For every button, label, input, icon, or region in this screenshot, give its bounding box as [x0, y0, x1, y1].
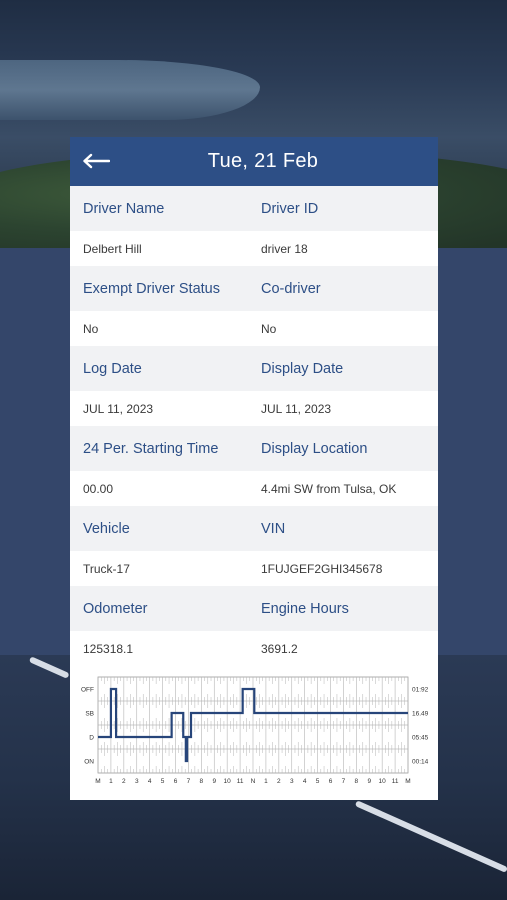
- value-display-date: JUL 11, 2023: [261, 401, 332, 416]
- label-engine-hours: Engine Hours: [261, 600, 349, 617]
- field-value-row: No No: [70, 311, 438, 346]
- hour-label: M: [95, 778, 100, 785]
- status-total-on: 00:14: [412, 759, 429, 766]
- hour-label: 2: [277, 778, 281, 785]
- hour-label: 7: [342, 778, 346, 785]
- hour-label: 9: [367, 778, 371, 785]
- field-label-row: Vehicle VIN: [70, 506, 438, 551]
- field-label-row: 24 Per. Starting Time Display Location: [70, 426, 438, 471]
- duty-status-graph: OFF 01:92 SB 16.49 D 05:45 ON 00:14 M 1 2 3 4 5 6 7 8 9 10…: [70, 673, 438, 793]
- status-label-off: OFF: [81, 687, 94, 694]
- hour-label: 6: [329, 778, 333, 785]
- value-vin: 1FUJGEF2GHI345678: [261, 561, 383, 576]
- value-driver-id: driver 18: [261, 241, 308, 256]
- hour-label: 7: [187, 778, 191, 785]
- label-driver-name: Driver Name: [83, 200, 165, 217]
- field-label-row: Log Date Display Date: [70, 346, 438, 391]
- hour-label: 10: [379, 778, 387, 785]
- duty-status-chart: OFF 01:92 SB 16.49 D 05:45 ON 00:14 M 1 2 3 4 5 6 7 8 9 10…: [81, 676, 429, 785]
- hour-label: 1: [264, 778, 268, 785]
- hour-label: 9: [212, 778, 216, 785]
- log-detail-card: Tue, 21 Feb Driver Name Driver ID Delbert …: [70, 137, 438, 800]
- left-arrow-icon: [83, 153, 110, 169]
- label-driver-id: Driver ID: [261, 200, 319, 217]
- field-label-row: Exempt Driver Status Co-driver: [70, 266, 438, 311]
- hour-label: N: [251, 778, 256, 785]
- label-co-driver: Co-driver: [261, 280, 321, 297]
- page-title: Tue, 21 Feb: [207, 150, 319, 172]
- value-log-date: JUL 11, 2023: [83, 401, 154, 416]
- value-vehicle: Truck-17: [83, 561, 130, 576]
- label-log-date: Log Date: [83, 360, 142, 377]
- value-co-driver: No: [261, 321, 277, 336]
- hour-label: 3: [290, 778, 294, 785]
- label-vehicle: Vehicle: [83, 520, 130, 537]
- status-total-sb: 16.49: [412, 711, 429, 718]
- hour-label: 8: [200, 778, 204, 785]
- hour-label: 5: [316, 778, 320, 785]
- status-label-sb: SB: [85, 711, 94, 718]
- fields-list: Driver Name Driver ID Delbert Hill driver 1…: [70, 186, 438, 666]
- hour-label: 1: [109, 778, 113, 785]
- value-odometer: 125318.1: [83, 641, 134, 656]
- back-button[interactable]: [80, 147, 112, 175]
- hour-label: 8: [355, 778, 359, 785]
- field-value-row: Truck-17 1FUJGEF2GHI345678: [70, 551, 438, 586]
- field-value-row: Delbert Hill driver 18: [70, 231, 438, 266]
- label-odometer: Odometer: [83, 600, 148, 617]
- field-label-row: Driver Name Driver ID: [70, 186, 438, 231]
- hour-label: M: [405, 778, 410, 785]
- hour-label: 4: [303, 778, 307, 785]
- field-value-row: JUL 11, 2023 JUL 11, 2023: [70, 391, 438, 426]
- field-value-row: 125318.1 3691.2: [70, 631, 438, 666]
- label-exempt-driver-status: Exempt Driver Status: [83, 280, 220, 297]
- value-driver-name: Delbert Hill: [83, 241, 142, 256]
- status-label-on: ON: [84, 759, 94, 766]
- value-exempt-driver-status: No: [83, 321, 99, 336]
- hour-label: 11: [392, 778, 399, 785]
- value-engine-hours: 3691.2: [261, 641, 298, 656]
- hour-label: 10: [224, 778, 232, 785]
- hour-label: 5: [161, 778, 165, 785]
- label-display-date: Display Date: [261, 360, 344, 377]
- field-label-row: Odometer Engine Hours: [70, 586, 438, 631]
- value-display-location: 4.4mi SW from Tulsa, OK: [261, 481, 397, 496]
- hour-label: 11: [237, 778, 244, 785]
- header-bar: Tue, 21 Feb: [70, 137, 438, 186]
- hour-label: 6: [174, 778, 178, 785]
- status-label-d: D: [89, 735, 94, 742]
- status-total-d: 05:45: [412, 735, 429, 742]
- status-total-off: 01:92: [412, 687, 429, 694]
- label-24-per-starting-time: 24 Per. Starting Time: [83, 440, 219, 457]
- hour-label: 4: [148, 778, 152, 785]
- value-24-per-starting-time: 00.00: [83, 481, 114, 496]
- background-lake: [0, 60, 260, 120]
- hour-label: 2: [122, 778, 126, 785]
- label-display-location: Display Location: [261, 440, 368, 457]
- hour-label: 3: [135, 778, 139, 785]
- label-vin: VIN: [261, 520, 286, 537]
- field-value-row: 00.00 4.4mi SW from Tulsa, OK: [70, 471, 438, 506]
